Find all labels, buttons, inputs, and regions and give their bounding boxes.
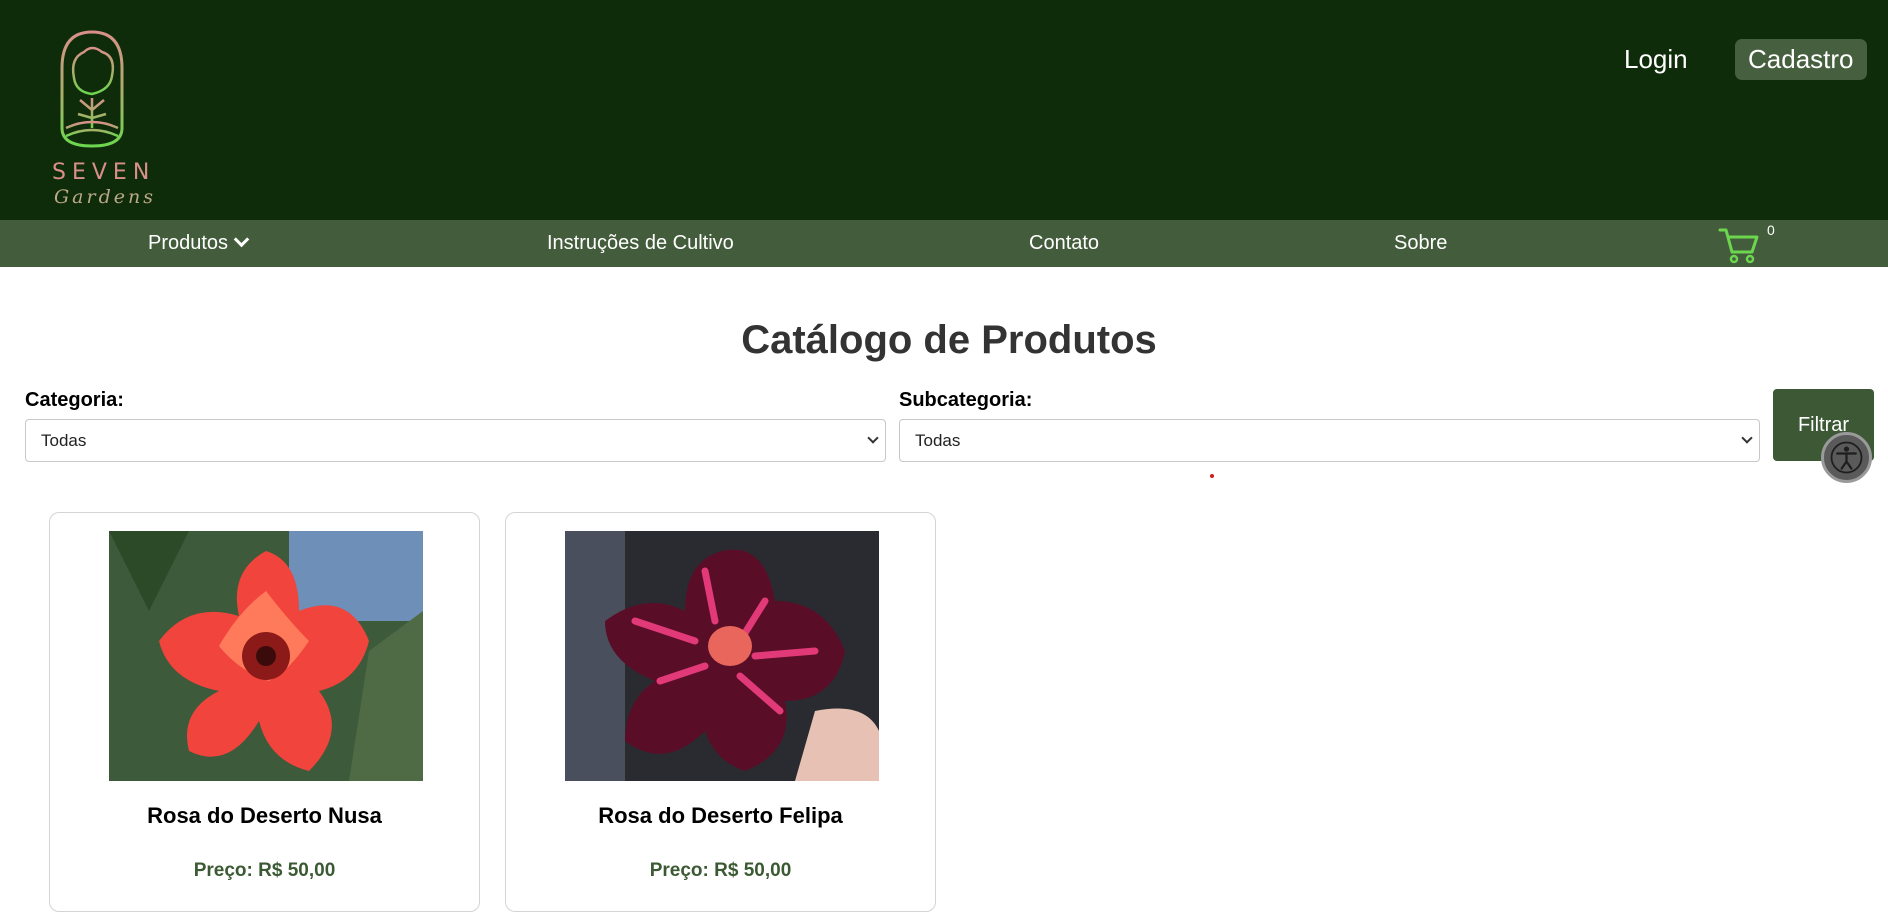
page-title: Catálogo de Produtos — [741, 318, 1157, 362]
chevron-down-icon — [1741, 432, 1753, 444]
main-nav: Produtos Instruções de Cultivo Contato S… — [0, 220, 1888, 267]
product-name[interactable]: Rosa do Deserto Nusa — [50, 803, 479, 829]
logo-subtitle: Gardens — [54, 186, 156, 208]
product-card[interactable]: Rosa do Deserto Felipa Preço: R$ 50,00 — [505, 512, 936, 912]
nav-item-instructions[interactable]: Instruções de Cultivo — [547, 232, 734, 255]
product-image[interactable] — [565, 531, 879, 781]
nav-item-products[interactable]: Produtos — [148, 231, 250, 255]
top-header: SEVEN Gardens Login Cadastro — [0, 0, 1888, 220]
chevron-down-icon — [867, 432, 879, 444]
subcategory-label: Subcategoria: — [899, 389, 1033, 411]
cart-count-badge: 0 — [1767, 222, 1775, 238]
nav-item-contact[interactable]: Contato — [1029, 232, 1099, 255]
product-price: Preço: R$ 50,00 — [649, 860, 792, 881]
accessibility-icon[interactable] — [1821, 432, 1872, 483]
category-select[interactable]: Todas — [25, 419, 886, 462]
logo-brand: SEVEN — [52, 160, 156, 185]
category-selected-value: Todas — [41, 431, 87, 450]
subcategory-select[interactable]: Todas — [899, 419, 1760, 462]
product-card[interactable]: Rosa do Deserto Nusa Preço: R$ 50,00 — [49, 512, 480, 912]
category-label: Categoria: — [25, 389, 124, 411]
nav-item-label: Produtos — [148, 232, 229, 254]
register-button[interactable]: Cadastro — [1735, 39, 1867, 80]
chevron-down-icon — [233, 231, 250, 248]
cart-icon[interactable] — [1718, 226, 1760, 264]
product-price: Preço: R$ 50,00 — [193, 860, 336, 881]
nav-item-about[interactable]: Sobre — [1394, 232, 1447, 255]
product-name[interactable]: Rosa do Deserto Felipa — [506, 803, 935, 829]
subcategory-selected-value: Todas — [915, 431, 961, 450]
product-image[interactable] — [109, 531, 423, 781]
status-dot — [1210, 474, 1214, 478]
login-link[interactable]: Login — [1624, 44, 1688, 75]
